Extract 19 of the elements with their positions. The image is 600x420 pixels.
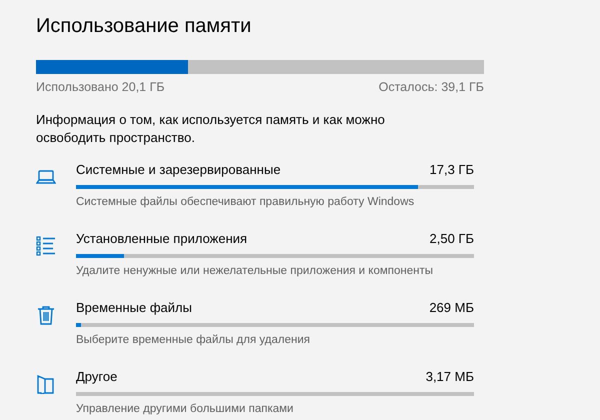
category-size: 17,3 ГБ: [430, 160, 474, 179]
category-hint: Системные файлы обеспечивают правильную работу Windows: [76, 194, 416, 210]
trash-icon: [36, 304, 56, 325]
used-label: Использовано 20,1 ГБ: [36, 79, 165, 96]
category-name[interactable]: Временные файлы: [76, 298, 192, 317]
category-hint: Управление другими большими папками: [76, 402, 294, 417]
category-name[interactable]: Системные и зарезервированные: [76, 160, 281, 179]
list-icon: [36, 236, 56, 256]
free-label: Осталось: 39,1 ГБ: [378, 79, 484, 96]
category-size: 3,17 МБ: [426, 368, 474, 386]
section-title: Использование памяти: [36, 14, 252, 39]
category-hint: Удалите ненужные или нежелательные приложения и компоненты: [76, 264, 434, 279]
folder-icon: [36, 374, 56, 394]
category-size: 269 МБ: [429, 298, 474, 317]
category-size: 2,50 ГБ: [430, 230, 474, 248]
category-hint: Выберите временные файлы для удаления: [76, 332, 311, 348]
category-name[interactable]: Установленные приложения: [76, 230, 248, 248]
description-text: Информация о том, как используется память и как можно освободить пространство.: [36, 110, 386, 147]
category-name[interactable]: Другое: [76, 368, 118, 386]
